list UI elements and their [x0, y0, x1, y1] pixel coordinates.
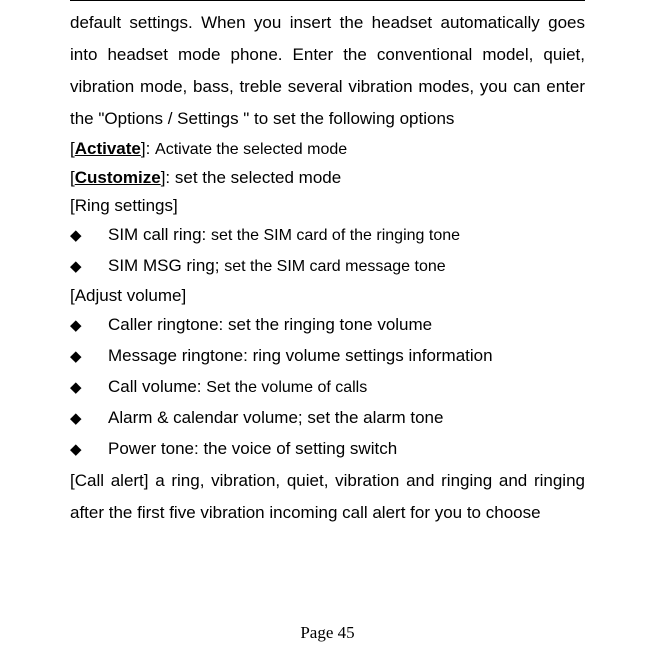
ring-settings-list: ◆ SIM call ring: set the SIM card of the… — [70, 220, 585, 282]
customize-desc: set the selected mode — [175, 168, 341, 187]
list-item: ◆ Call volume: Set the volume of calls — [70, 372, 585, 403]
list-text: SIM MSG ring; set the SIM card message t… — [108, 251, 446, 282]
ring-settings-header: [Ring settings] — [70, 192, 585, 220]
customize-label: Customize — [75, 168, 161, 187]
diamond-icon: ◆ — [70, 221, 108, 251]
list-item: ◆ Message ringtone: ring volume settings… — [70, 341, 585, 372]
top-rule — [70, 0, 585, 1]
page-container: default settings. When you insert the he… — [0, 0, 655, 649]
activate-desc: Activate the selected mode — [155, 141, 347, 158]
list-text: Caller ringtone: set the ringing tone vo… — [108, 310, 432, 340]
call-alert-paragraph: [Call alert] a ring, vibration, quiet, v… — [70, 465, 585, 529]
list-text: Alarm & calendar volume; set the alarm t… — [108, 403, 443, 433]
list-item: ◆ Alarm & calendar volume; set the alarm… — [70, 403, 585, 434]
diamond-icon: ◆ — [70, 252, 108, 282]
list-text: Call volume: Set the volume of calls — [108, 372, 367, 403]
page-number: Page 45 — [0, 623, 655, 643]
diamond-icon: ◆ — [70, 373, 108, 403]
diamond-icon: ◆ — [70, 404, 108, 434]
list-text: Message ringtone: ring volume settings i… — [108, 341, 493, 371]
diamond-icon: ◆ — [70, 435, 108, 465]
adjust-volume-header: [Adjust volume] — [70, 282, 585, 310]
adjust-volume-list: ◆ Caller ringtone: set the ringing tone … — [70, 310, 585, 465]
diamond-icon: ◆ — [70, 311, 108, 341]
activate-line: [Activate]: Activate the selected mode — [70, 135, 585, 164]
list-item: ◆ SIM MSG ring; set the SIM card message… — [70, 251, 585, 282]
list-text: Power tone: the voice of setting switch — [108, 434, 397, 464]
intro-paragraph: default settings. When you insert the he… — [70, 7, 585, 135]
list-item: ◆ Power tone: the voice of setting switc… — [70, 434, 585, 465]
list-item: ◆ SIM call ring: set the SIM card of the… — [70, 220, 585, 251]
activate-label: Activate — [75, 139, 141, 158]
list-text: SIM call ring: set the SIM card of the r… — [108, 220, 460, 251]
diamond-icon: ◆ — [70, 342, 108, 372]
customize-line: [Customize]: set the selected mode — [70, 164, 585, 192]
list-item: ◆ Caller ringtone: set the ringing tone … — [70, 310, 585, 341]
